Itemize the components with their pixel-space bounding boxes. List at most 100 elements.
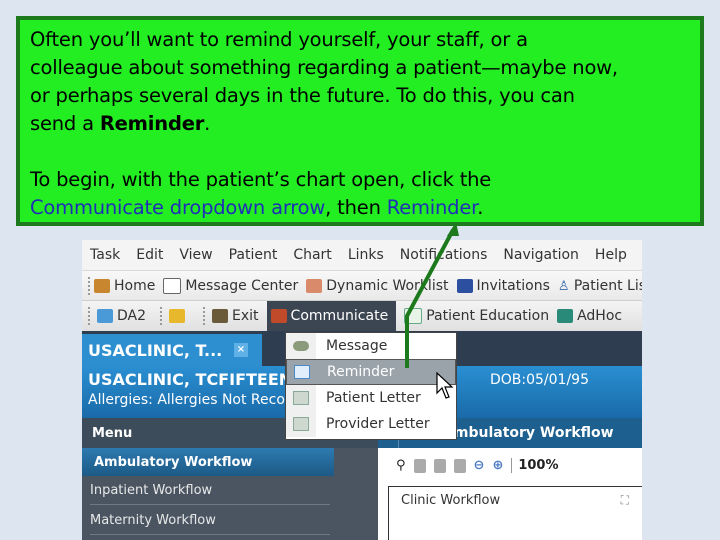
invitations-button[interactable]: Invitations	[456, 277, 550, 294]
dropdown-item-provider-letter[interactable]: Provider Letter	[286, 411, 456, 437]
home-button[interactable]: Home	[94, 278, 155, 294]
window-icon	[97, 309, 113, 323]
da2-label: DA2	[117, 308, 147, 324]
dob-text: DOB:05/01/95	[490, 372, 589, 388]
home-icon	[94, 278, 110, 293]
patient-list-label: Patient List	[573, 277, 642, 294]
dynamic-worklist-button[interactable]: Dynamic Worklist	[306, 277, 449, 294]
communicate-icon	[270, 309, 287, 323]
dropdown-item-patient-letter[interactable]: Patient Letter	[286, 385, 456, 411]
menu-edit[interactable]: Edit	[128, 247, 171, 263]
zoom-out-icon[interactable]: ⊖	[474, 458, 485, 473]
communicate-button[interactable]: Communicate	[266, 301, 397, 331]
binoculars-icon[interactable]: ⚲	[396, 458, 406, 473]
toolbar-secondary: DA2 Exit Communicate Patient Education A…	[82, 301, 642, 331]
toolbar-grip[interactable]	[203, 307, 208, 325]
callout-line: Communicate dropdown arrow, then Reminde…	[30, 194, 690, 222]
communicate-dropdown: Message Reminder Patient Letter Provider…	[285, 332, 457, 440]
sidebar-item-inpatient[interactable]: Inpatient Workflow	[90, 476, 330, 505]
dropdown-item-label: Reminder	[327, 364, 395, 380]
menu-view[interactable]: View	[171, 247, 220, 263]
exit-door-icon	[212, 309, 229, 323]
document-icon	[404, 308, 423, 324]
menu-navigation[interactable]: Navigation	[495, 247, 587, 263]
callout-blue-reminder: Reminder	[386, 196, 478, 219]
keys-button[interactable]	[169, 309, 189, 323]
next-page-icon[interactable]	[453, 458, 466, 473]
maximize-icon[interactable]: ⛶	[621, 493, 629, 508]
content-area: ⚲ ⊖ ⊕ 100% Clinic Workflow ⛶	[378, 448, 642, 540]
patient-education-button[interactable]: Patient Education	[404, 308, 549, 324]
dynamic-worklist-label: Dynamic Worklist	[326, 277, 449, 294]
mouse-cursor-icon	[436, 372, 454, 399]
toolbar-primary: Home Message Center Dynamic Worklist Inv…	[82, 271, 642, 301]
exit-button[interactable]: Exit	[212, 308, 259, 324]
close-icon[interactable]: ×	[234, 343, 248, 357]
callout-line: send a Reminder.	[30, 110, 690, 138]
callout-line: colleague about something regarding a pa…	[30, 56, 618, 79]
page-icon[interactable]	[413, 458, 426, 473]
callout-line: or perhaps several days in the future. T…	[30, 84, 575, 107]
sidebar: Ambulatory Workflow Inpatient Workflow M…	[82, 448, 378, 540]
adhoc-button[interactable]: AdHoc	[557, 308, 622, 324]
callout-text: .	[477, 196, 484, 219]
invitations-icon	[456, 278, 473, 293]
adhoc-icon	[557, 309, 574, 323]
instruction-callout: Often you’ll want to remind yourself, yo…	[16, 16, 704, 226]
sidebar-item-maternity[interactable]: Maternity Workflow	[90, 506, 330, 535]
da2-button[interactable]: DA2	[97, 308, 146, 324]
clinic-workflow-panel: Clinic Workflow ⛶	[388, 486, 642, 540]
content-toolbar: ⚲ ⊖ ⊕ 100%	[396, 458, 559, 473]
zoom-in-icon[interactable]: ⊕	[492, 458, 503, 473]
callout-blue-communicate: Communicate dropdown arrow	[30, 196, 326, 219]
menu-notifications[interactable]: Notifications	[392, 247, 496, 263]
patient-education-label: Patient Education	[426, 308, 550, 324]
callout-text: .	[204, 112, 211, 135]
dropdown-item-reminder[interactable]: Reminder	[286, 359, 456, 385]
dropdown-item-message[interactable]: Message	[286, 333, 456, 359]
message-center-button[interactable]: Message Center	[163, 277, 299, 294]
callout-line: To begin, with the patient’s chart open,…	[30, 168, 492, 191]
keys-icon	[169, 309, 186, 323]
toolbar-grip[interactable]	[160, 307, 165, 325]
patient-letter-icon	[293, 391, 309, 405]
patient-name: USACLINIC, TCFIFTEEN	[88, 370, 293, 389]
worklist-icon	[306, 278, 323, 293]
patient-tab[interactable]: USACLINIC, T... ×	[82, 334, 262, 366]
dropdown-item-label: Patient Letter	[326, 390, 421, 406]
menu-patient[interactable]: Patient	[221, 247, 286, 263]
menu-help[interactable]: Help	[587, 247, 635, 263]
menu-task[interactable]: Task	[82, 247, 128, 263]
adhoc-label: AdHoc	[577, 308, 623, 324]
home-label: Home	[114, 277, 156, 294]
dropdown-item-label: Provider Letter	[326, 416, 430, 432]
toolbar-grip[interactable]	[88, 307, 93, 325]
invitations-label: Invitations	[476, 277, 550, 294]
callout-text: , then	[325, 196, 387, 219]
message-icon	[293, 341, 309, 351]
menu-header-label: Menu	[92, 425, 133, 441]
prev-page-icon[interactable]	[433, 458, 446, 473]
patient-list-button[interactable]: ♙Patient List	[558, 278, 642, 294]
patient-tab-label: USACLINIC, T...	[88, 340, 223, 360]
callout-line: Often you’ll want to remind yourself, yo…	[30, 28, 528, 51]
communicate-label: Communicate	[290, 308, 389, 324]
message-center-label: Message Center	[185, 277, 299, 294]
reminder-icon	[294, 365, 310, 379]
menu-bar: Task Edit View Patient Chart Links Notif…	[82, 240, 642, 271]
panel-title: Clinic Workflow	[401, 493, 501, 508]
message-center-icon	[163, 277, 182, 294]
exit-label: Exit	[232, 308, 259, 324]
sidebar-item-ambulatory[interactable]: Ambulatory Workflow	[82, 448, 334, 476]
toolbar-grip[interactable]	[88, 276, 90, 295]
provider-letter-icon	[293, 417, 309, 431]
zoom-level: 100%	[511, 458, 559, 473]
menu-links[interactable]: Links	[340, 247, 392, 263]
allergies-text: Allergies: Allergies Not Recorded	[88, 392, 317, 408]
patient-list-icon: ♙	[557, 278, 570, 294]
callout-text: send a	[30, 112, 100, 135]
dropdown-item-label: Message	[326, 338, 388, 354]
callout-bold-reminder: Reminder	[99, 112, 205, 135]
menu-chart[interactable]: Chart	[285, 247, 339, 263]
ambulatory-header-label: Ambulatory Workflow	[443, 425, 614, 441]
